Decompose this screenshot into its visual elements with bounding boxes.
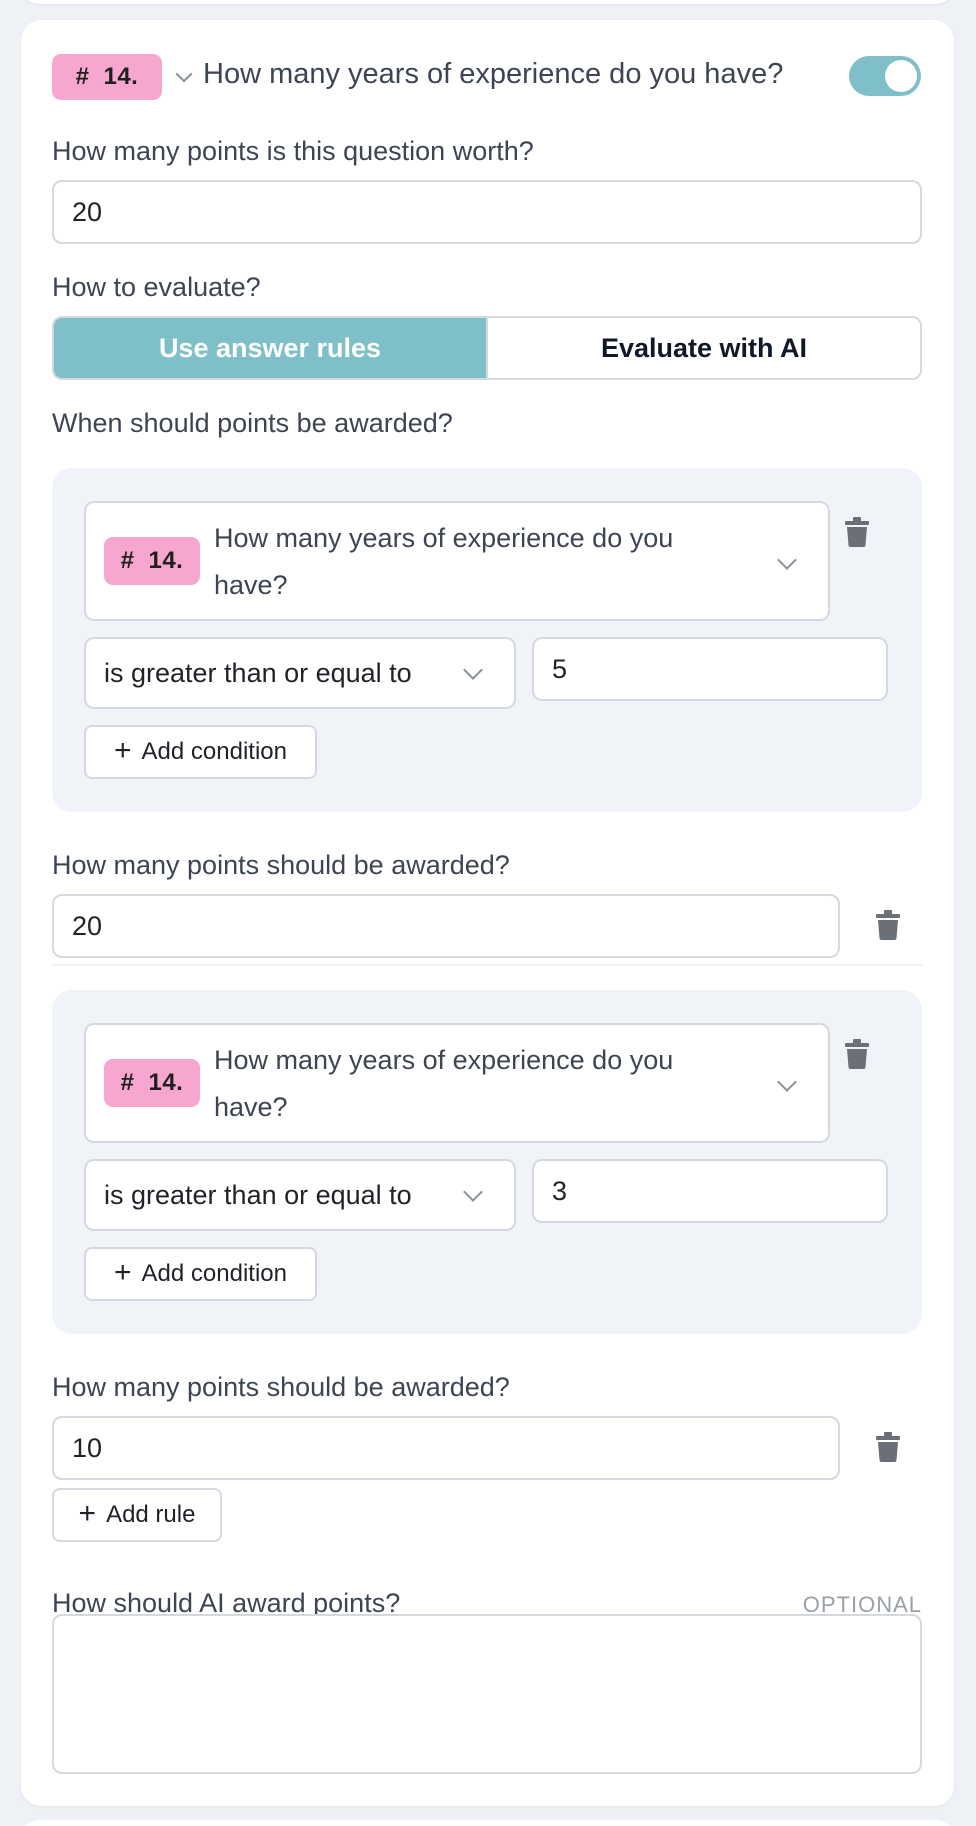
question-number-tag: # 14. [52,54,162,100]
collapse-chevron-icon[interactable] [175,65,193,83]
rule-value-input[interactable]: 3 [532,1159,888,1223]
delete-rule-icon[interactable] [875,910,901,940]
points-worth-input[interactable]: 20 [52,180,922,244]
points-awarded-label: How many points should be awarded? [52,850,510,880]
rule-operator-select[interactable]: is greater than or equal to [84,637,516,709]
points-worth-label: How many points is this question worth? [52,136,534,166]
plus-icon: + [114,1255,132,1289]
plus-icon: + [114,733,132,767]
award-section-label: When should points be awarded? [52,408,453,438]
add-condition-button[interactable]: + Add condition [84,1247,317,1301]
rule-question-text: How many years of experience do you have… [214,1045,674,1122]
evaluate-label: How to evaluate? [52,272,261,302]
rule-question-select[interactable]: # 14. How many years of experience do yo… [84,1023,830,1143]
rule-value-input[interactable]: 5 [532,637,888,701]
toggle-knob [885,60,917,92]
rule-divider [52,964,922,966]
rule-operator-select[interactable]: is greater than or equal to [84,1159,516,1231]
rule-question-text: How many years of experience do you have… [214,523,674,600]
question-title: How many years of experience do you have… [203,58,784,90]
next-card-edge [21,1820,954,1826]
rule-question-tag: # 14. [104,1059,200,1107]
evaluate-segmented-control: Use answer rules Evaluate with AI [52,316,922,380]
previous-card-edge [21,0,954,4]
points-awarded-label: How many points should be awarded? [52,1372,510,1402]
delete-rule-icon[interactable] [875,1432,901,1462]
hash-icon: # [75,63,90,90]
ai-instructions-textarea[interactable] [52,1614,922,1774]
delete-condition-icon[interactable] [844,517,870,547]
hash-icon: # [120,547,135,574]
chevron-down-icon [463,660,483,680]
chevron-down-icon [777,1072,797,1092]
rule-question-tag: # 14. [104,537,200,585]
plus-icon: + [78,1496,97,1530]
points-awarded-input[interactable]: 10 [52,1416,840,1480]
evaluate-with-ai-button[interactable]: Evaluate with AI [486,318,920,378]
hash-icon: # [120,1069,135,1096]
question-card: # 14. How many years of experience do yo… [21,20,954,1806]
delete-condition-icon[interactable] [844,1039,870,1069]
chevron-down-icon [463,1182,483,1202]
add-condition-button[interactable]: + Add condition [84,725,317,779]
add-rule-button[interactable]: + Add rule [52,1488,222,1542]
use-answer-rules-button[interactable]: Use answer rules [54,318,486,378]
chevron-down-icon [777,550,797,570]
points-awarded-input[interactable]: 20 [52,894,840,958]
rule-question-select[interactable]: # 14. How many years of experience do yo… [84,501,830,621]
question-enabled-toggle[interactable] [849,56,921,96]
